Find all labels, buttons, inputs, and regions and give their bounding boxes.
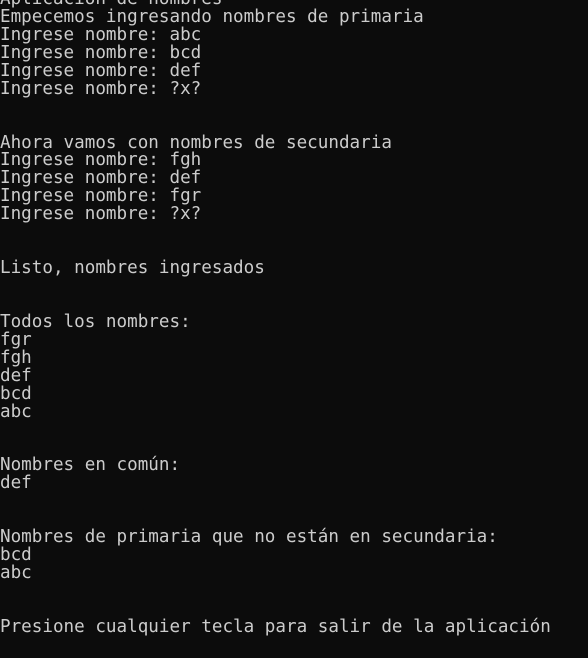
console-line: fgr (0, 329, 32, 350)
console-line: fgh (0, 347, 32, 368)
console-output: Aplicación de nombresEmpecemos ingresand… (0, 0, 588, 637)
console-line: Ingrese nombre: ?x? (0, 204, 202, 225)
console-line: Listo, nombres ingresados (0, 258, 265, 279)
console-line: Nombres de primaria que no están en secu… (0, 527, 498, 548)
console-line: Ingrese nombre: def (0, 60, 202, 81)
console-line: Todos los nombres: (0, 311, 191, 332)
console-line: def (0, 473, 32, 494)
console-line: bcd (0, 383, 32, 404)
console-line: Nombres en común: (0, 455, 181, 476)
console-window[interactable]: Aplicación de nombresEmpecemos ingresand… (0, 0, 588, 658)
console-line: abc (0, 401, 32, 422)
console-line: def (0, 365, 32, 386)
console-line: abc (0, 563, 32, 583)
console-line: bcd (0, 545, 32, 566)
console-line: Ingrese nombre: ?x? (0, 78, 202, 99)
console-line: Presione cualquier tecla para salir de l… (0, 616, 551, 637)
